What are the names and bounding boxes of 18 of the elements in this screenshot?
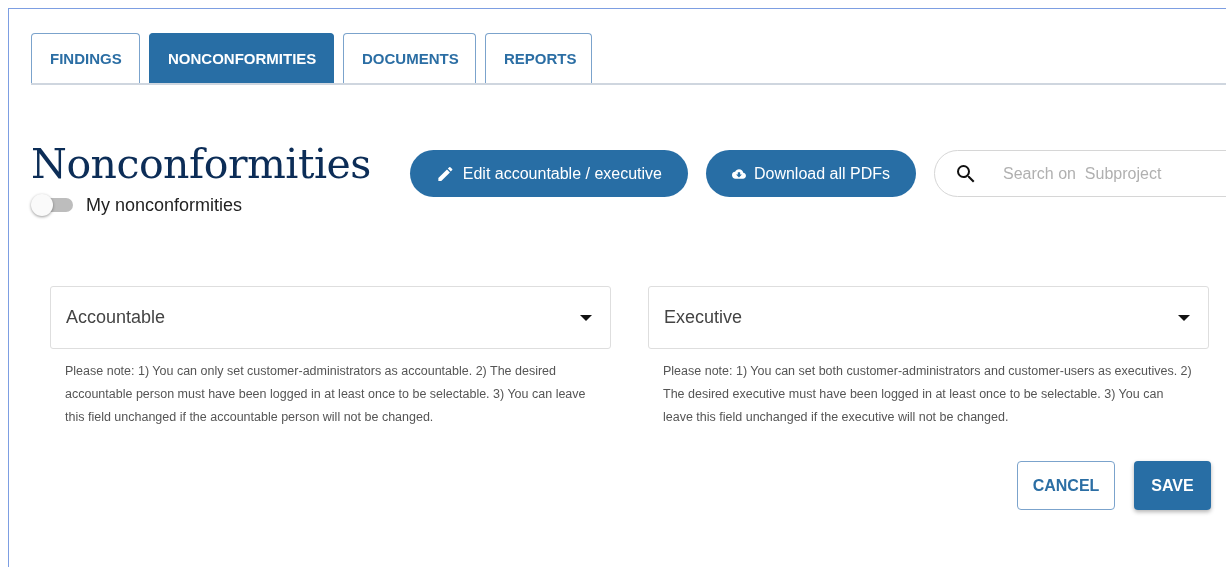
download-button[interactable]: Download all PDFs — [706, 150, 916, 197]
help-text: Please note: 1) You can only set customer-administrators as accountable. 2) The desired accountable person must have been logged in at least once to be selectable. 3) You can leave this field unchanged if the accountable person will not be changed. — [65, 363, 587, 426]
toggle-switch[interactable] — [31, 194, 73, 216]
caret-icon — [580, 314, 592, 321]
help-text: Please note: 1) You can set both customer-administrators and customer-users as executives. 2) The desired executive must have been logged in at least once to be selectable. 3) You can leave this field unchanged if the executive will not be changed. — [663, 363, 1193, 426]
search-field[interactable]: Search on Subproject — [934, 150, 1226, 197]
tab[interactable]: FINDINGS — [31, 33, 140, 83]
tab[interactable]: NONCONFORMITIES — [149, 33, 334, 83]
dropdown[interactable]: Executive — [648, 286, 1209, 349]
dropdown[interactable]: Accountable — [50, 286, 611, 349]
tab[interactable]: DOCUMENTS — [343, 33, 476, 83]
save-button[interactable]: SAVE — [1134, 461, 1211, 510]
caret-icon — [1178, 314, 1190, 321]
edit-button[interactable]: Edit accountable / executive — [410, 150, 688, 197]
tab[interactable]: REPORTS — [485, 33, 592, 83]
page-title: Nonconformities — [31, 140, 372, 188]
toggle-label: My nonconformities — [86, 194, 243, 216]
cancel-button[interactable]: CANCEL — [1017, 461, 1115, 510]
